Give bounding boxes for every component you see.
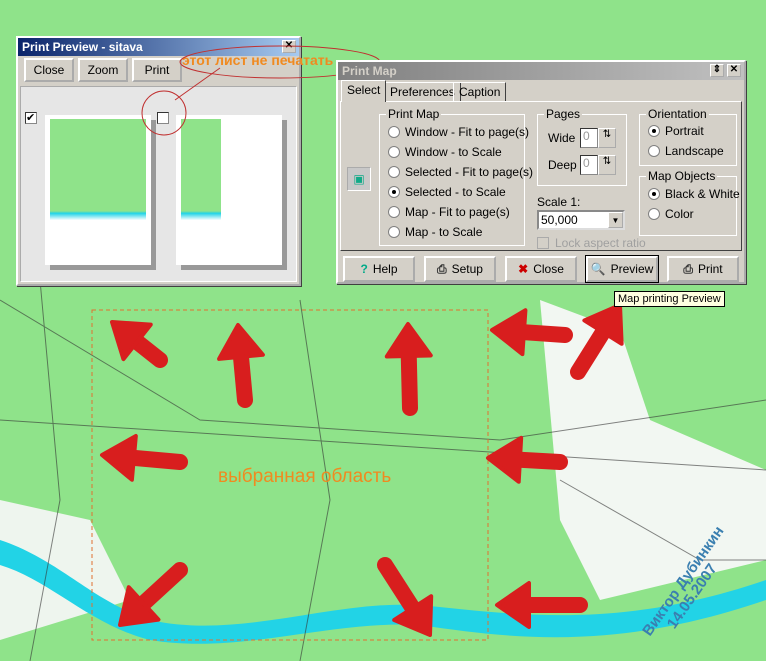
group-label: Print Map [386, 107, 442, 121]
arrow-shaft [125, 449, 188, 470]
radio-label: Selected - Fit to page(s) [405, 165, 534, 179]
print-map-titlebar[interactable]: Print Map ⇕ ✕ [338, 62, 744, 80]
radio-label: Color [665, 207, 694, 221]
radio-button[interactable] [388, 206, 400, 218]
page-2-checkbox[interactable] [157, 112, 169, 124]
print-preview-window: Print Preview - sitava ✕ Close Zoom Print… [16, 36, 301, 286]
help-button[interactable]: ? Help [343, 256, 415, 282]
radio-label: Window - to Scale [405, 145, 502, 159]
chevron-down-icon[interactable]: ▼ [608, 212, 623, 228]
arrow-shaft [400, 347, 418, 416]
button-label: Print [697, 262, 723, 276]
close-button[interactable]: Close [24, 58, 74, 82]
button-label: Close [533, 262, 564, 276]
radio-window-fit-to-page-s-[interactable]: Window - Fit to page(s) [388, 125, 529, 139]
radio-label: Black & White [665, 187, 740, 201]
deep-value[interactable]: 0 [580, 155, 598, 175]
spin-arrows-icon[interactable]: ⇅ [598, 128, 616, 148]
radio-button[interactable] [388, 166, 400, 178]
group-label: Orientation [646, 107, 709, 121]
map-image-icon: ▣ [347, 167, 371, 191]
radio-button[interactable] [648, 145, 660, 157]
arrow-shaft [511, 451, 568, 470]
lock-aspect-checkbox[interactable] [537, 237, 549, 249]
radio-label: Map - to Scale [405, 225, 483, 239]
wide-label: Wide [548, 131, 576, 145]
scale-label: Scale 1: [537, 195, 581, 209]
scale-select[interactable]: 50,000 ▼ [537, 210, 625, 230]
radio-black-white[interactable]: Black & White [648, 187, 740, 201]
tab-caption[interactable]: Caption [453, 82, 507, 102]
print-map-group: Print Map Window - Fit to page(s) Window -… [379, 107, 533, 246]
radio-label: Window - Fit to page(s) [405, 125, 530, 139]
radio-button[interactable] [388, 186, 400, 198]
button-label: Preview [610, 262, 654, 276]
close-icon[interactable]: ✕ [727, 64, 741, 77]
radio-label: Portrait [665, 124, 704, 138]
radio-button[interactable] [648, 208, 660, 220]
setup-button[interactable]: ⎙ Setup [424, 256, 496, 282]
radio-landscape[interactable]: Landscape [648, 144, 724, 158]
preview-icon: 🔍 [590, 262, 606, 276]
tab-preferences[interactable]: Preferences [384, 82, 461, 102]
radio-label: Map - Fit to page(s) [405, 205, 510, 219]
arrow-shaft [515, 324, 573, 343]
button-label: Help [372, 262, 398, 276]
radio-button[interactable] [388, 226, 400, 238]
radio-portrait[interactable]: Portrait [648, 124, 704, 138]
radio-selected-fit-to-page-s-[interactable]: Selected - Fit to page(s) [388, 165, 533, 179]
scale-value: 50,000 [541, 213, 578, 227]
restore-icon[interactable]: ⇕ [710, 64, 724, 77]
window-title: Print Preview - sitava [22, 40, 143, 54]
print-button[interactable]: ⎙ Print [667, 256, 739, 282]
close-icon: ✖ [518, 262, 529, 276]
lock-aspect-label: Lock aspect ratio [555, 236, 646, 250]
wide-value[interactable]: 0 [580, 128, 598, 148]
group-label: Map Objects [646, 169, 718, 183]
page-1-thumbnail [45, 115, 151, 265]
tooltip: Map printing Preview [614, 291, 725, 307]
radio-button[interactable] [648, 125, 660, 137]
radio-window-to-scale[interactable]: Window - to Scale [388, 145, 502, 159]
preview-button[interactable]: 🔍 Preview [585, 255, 659, 283]
setup-icon: ⎙ [437, 262, 447, 276]
radio-button[interactable] [648, 188, 660, 200]
group-label: Pages [544, 107, 583, 121]
no-print-annotation: этот лист не печатать [182, 52, 334, 68]
radio-button[interactable] [388, 126, 400, 138]
radio-button[interactable] [388, 146, 400, 158]
deep-label: Deep [548, 158, 577, 172]
page-2-thumbnail [176, 115, 282, 265]
arrow-shaft [232, 348, 253, 408]
radio-selected-to-scale[interactable]: Selected - to Scale [388, 185, 506, 199]
map-objects-group: Map Objects Black & White Color [639, 169, 740, 236]
pages-group: Pages Wide 0 ⇅ Deep 0 ⇅ [537, 107, 627, 186]
preview-area: ✔ [20, 86, 297, 282]
print-map-window: Print Map ⇕ ✕ Select Preferences Caption ▣… [336, 60, 746, 284]
selected-area-label: выбранная область [218, 466, 392, 487]
zoom-button[interactable]: Zoom [78, 58, 128, 82]
radio-label: Selected - to Scale [405, 185, 506, 199]
help-icon: ? [360, 262, 368, 276]
close-button[interactable]: ✖ Close [505, 256, 577, 282]
page-1-checkbox[interactable]: ✔ [25, 112, 37, 124]
tab-select[interactable]: Select [341, 80, 387, 102]
radio-map-to-scale[interactable]: Map - to Scale [388, 225, 482, 239]
orientation-group: Orientation Portrait Landscape [639, 107, 737, 166]
tab-panel: ▣ Print Map Window - Fit to page(s) Window… [340, 101, 742, 251]
radio-color[interactable]: Color [648, 207, 694, 221]
printer-icon: ⎙ [683, 262, 693, 276]
print-button[interactable]: Print [132, 58, 182, 82]
window-title: Print Map [342, 64, 397, 78]
spin-arrows-icon[interactable]: ⇅ [598, 155, 616, 175]
deep-spinner[interactable]: 0 ⇅ [580, 155, 618, 175]
button-label: Setup [451, 262, 483, 276]
radio-map-fit-to-page-s-[interactable]: Map - Fit to page(s) [388, 205, 510, 219]
radio-label: Landscape [665, 144, 724, 158]
wide-spinner[interactable]: 0 ⇅ [580, 128, 618, 148]
